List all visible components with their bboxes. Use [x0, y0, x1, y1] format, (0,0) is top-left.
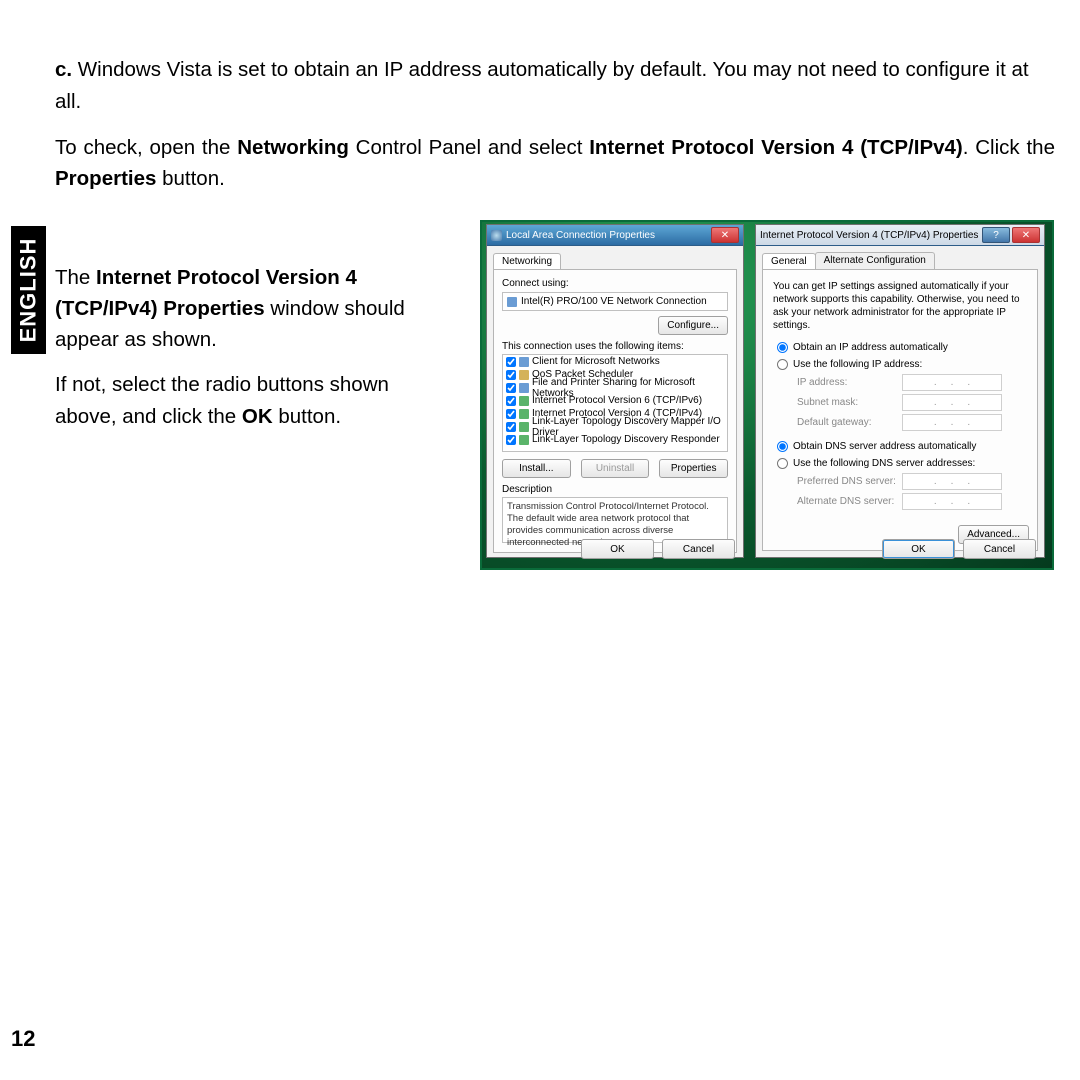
protocol-icon: [519, 396, 529, 406]
ip-address-field[interactable]: ...: [902, 374, 1002, 391]
description-label: Description: [502, 484, 728, 495]
gateway-field[interactable]: ...: [902, 414, 1002, 431]
gateway-label: Default gateway:: [797, 417, 902, 428]
item-checkbox[interactable]: [506, 357, 516, 367]
subnet-mask-field[interactable]: ...: [902, 394, 1002, 411]
adapter-icon: [507, 297, 517, 307]
tab-general[interactable]: General: [762, 253, 816, 270]
title-lan: Local Area Connection Properties: [506, 230, 655, 241]
items-label: This connection uses the following items…: [502, 341, 728, 352]
radio-static-dns[interactable]: Use the following DNS server addresses:: [777, 456, 1023, 471]
help-icon[interactable]: ?: [982, 227, 1010, 243]
page-number: 12: [11, 1026, 35, 1052]
dns2-field[interactable]: ...: [902, 493, 1002, 510]
bold-properties: Properties: [55, 167, 156, 190]
service-icon: [519, 383, 529, 393]
cancel-button[interactable]: Cancel: [963, 539, 1036, 559]
dns2-label: Alternate DNS server:: [797, 496, 902, 507]
titlebar-lan[interactable]: Local Area Connection Properties ✕: [487, 225, 743, 246]
language-sidebar: ENGLISH: [11, 226, 46, 354]
left-column: The Internet Protocol Version 4 (TCP/IPv…: [55, 262, 445, 446]
list-item[interactable]: File and Printer Sharing for Microsoft N…: [503, 381, 727, 394]
radio-input[interactable]: [777, 342, 788, 353]
list-item[interactable]: Client for Microsoft Networks: [503, 355, 727, 368]
item-checkbox[interactable]: [506, 435, 516, 445]
protocol-icon: [519, 409, 529, 419]
network-icon: [491, 230, 502, 241]
ip-address-label: IP address:: [797, 377, 902, 388]
bold-ipv4: Internet Protocol Version 4 (TCP/IPv4): [589, 136, 963, 159]
title-ipv4: Internet Protocol Version 4 (TCP/IPv4) P…: [760, 230, 978, 241]
radio-input[interactable]: [777, 359, 788, 370]
bold-ok: OK: [242, 405, 273, 428]
close-icon[interactable]: ✕: [711, 227, 739, 243]
radio-input[interactable]: [777, 458, 788, 469]
tab-alternate[interactable]: Alternate Configuration: [815, 252, 935, 269]
item-checkbox[interactable]: [506, 370, 516, 380]
step-text: Windows Vista is set to obtain an IP add…: [55, 58, 1029, 113]
paragraph-check: To check, open the Networking Control Pa…: [55, 132, 1055, 196]
adapter-name: Intel(R) PRO/100 VE Network Connection: [521, 296, 707, 307]
cancel-button[interactable]: Cancel: [662, 539, 735, 559]
item-checkbox[interactable]: [506, 409, 516, 419]
connect-using-label: Connect using:: [502, 278, 728, 289]
driver-icon: [519, 422, 529, 432]
radio-obtain-ip[interactable]: Obtain an IP address automatically: [777, 340, 1023, 355]
paragraph-result: The Internet Protocol Version 4 (TCP/IPv…: [55, 262, 445, 355]
tabbar-ipv4: General Alternate Configuration: [762, 251, 1038, 269]
item-checkbox[interactable]: [506, 422, 516, 432]
service-icon: [519, 370, 529, 380]
service-icon: [519, 357, 529, 367]
radio-obtain-dns[interactable]: Obtain DNS server address automatically: [777, 439, 1023, 454]
item-checkbox[interactable]: [506, 396, 516, 406]
bold-networking: Networking: [237, 136, 349, 159]
screenshot-area: Local Area Connection Properties ✕ Netwo…: [480, 220, 1054, 570]
titlebar-ipv4[interactable]: Internet Protocol Version 4 (TCP/IPv4) P…: [756, 225, 1044, 246]
list-item[interactable]: Link-Layer Topology Discovery Mapper I/O…: [503, 420, 727, 433]
items-listbox[interactable]: Client for Microsoft Networks QoS Packet…: [502, 354, 728, 452]
dns1-field[interactable]: ...: [902, 473, 1002, 490]
step-letter: c.: [55, 58, 72, 81]
description-box: Transmission Control Protocol/Internet P…: [502, 497, 728, 543]
radio-input[interactable]: [777, 441, 788, 452]
info-text: You can get IP settings assigned automat…: [771, 276, 1029, 338]
list-item[interactable]: Link-Layer Topology Discovery Responder: [503, 433, 727, 446]
list-item[interactable]: Internet Protocol Version 6 (TCP/IPv6): [503, 394, 727, 407]
dns1-label: Preferred DNS server:: [797, 476, 902, 487]
ok-button[interactable]: OK: [581, 539, 654, 559]
subnet-mask-label: Subnet mask:: [797, 397, 902, 408]
close-icon[interactable]: ✕: [1012, 227, 1040, 243]
tab-networking[interactable]: Networking: [493, 253, 561, 270]
radio-static-ip[interactable]: Use the following IP address:: [777, 357, 1023, 372]
configure-button[interactable]: Configure...: [658, 316, 728, 335]
paragraph-c: c. Windows Vista is set to obtain an IP …: [55, 54, 1055, 118]
tabbar-lan: Networking: [493, 251, 737, 269]
driver-icon: [519, 435, 529, 445]
ok-button[interactable]: OK: [882, 539, 955, 559]
dialog-ipv4-properties: Internet Protocol Version 4 (TCP/IPv4) P…: [756, 225, 1044, 557]
adapter-field[interactable]: Intel(R) PRO/100 VE Network Connection: [502, 292, 728, 311]
body-text: c. Windows Vista is set to obtain an IP …: [55, 54, 1055, 209]
properties-button[interactable]: Properties: [659, 459, 728, 478]
dialog-lan-properties: Local Area Connection Properties ✕ Netwo…: [487, 225, 743, 557]
item-checkbox[interactable]: [506, 383, 516, 393]
language-label: ENGLISH: [16, 238, 42, 343]
paragraph-ifnot: If not, select the radio buttons shown a…: [55, 369, 445, 431]
uninstall-button[interactable]: Uninstall: [581, 459, 650, 478]
install-button[interactable]: Install...: [502, 459, 571, 478]
